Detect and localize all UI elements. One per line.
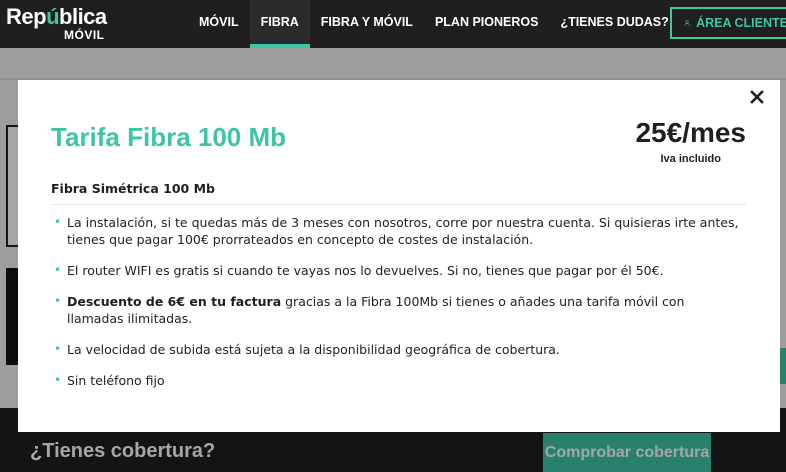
list-item: • La velocidad de subida está sujeta a la… [54,342,560,357]
list-item: • Sin teléfono fijo [54,373,165,388]
bullet-icon: • [54,294,62,308]
logo-subtitle: MÓVIL [64,28,105,42]
bullet-icon: • [54,342,62,356]
nav-item-tienes-dudas[interactable]: ¿TIENES DUDAS? [549,0,679,48]
user-icon [684,20,690,26]
modal-divider [51,204,746,205]
discount-highlight: Descuento de 6€ en tu factura [67,294,282,309]
nav-item-movil[interactable]: MÓVIL [188,0,250,48]
list-item: • Descuento de 6€ en tu factura gracias a… [54,294,685,326]
modal-subtitle: Fibra Simétrica 100 Mb [51,181,215,196]
area-cliente-label: ÁREA CLIENTE [696,16,786,30]
area-cliente-button[interactable]: ÁREA CLIENTE [670,7,786,39]
bullet-icon: • [54,215,62,229]
modal-title: Tarifa Fibra 100 Mb [51,122,287,152]
logo-wordmark: República [6,4,107,29]
list-item: • El router WIFI es gratis si cuando te v… [54,263,664,278]
main-nav: MÓVIL FIBRA FIBRA Y MÓVIL PLAN PIONEROS … [188,0,680,48]
price: 25€/mes [635,117,746,148]
close-button[interactable] [748,88,766,106]
bullet-icon: • [54,263,62,277]
bullet-icon: • [54,373,62,387]
price-note: Iva incluido [660,153,721,165]
nav-item-plan-pioneros[interactable]: PLAN PIONEROS [424,0,550,48]
site-header: República MÓVIL MÓVIL FIBRA FIBRA Y MÓVI… [0,0,786,48]
close-icon [750,90,764,104]
list-item: • La instalación, si te quedas más de 3 m… [54,215,739,247]
nav-item-fibra-y-movil[interactable]: FIBRA Y MÓVIL [310,0,424,48]
nav-item-fibra[interactable]: FIBRA [249,0,311,48]
brand-logo[interactable]: República MÓVIL [6,4,107,43]
feature-list: • La instalación, si te quedas más de 3 m… [54,214,744,403]
